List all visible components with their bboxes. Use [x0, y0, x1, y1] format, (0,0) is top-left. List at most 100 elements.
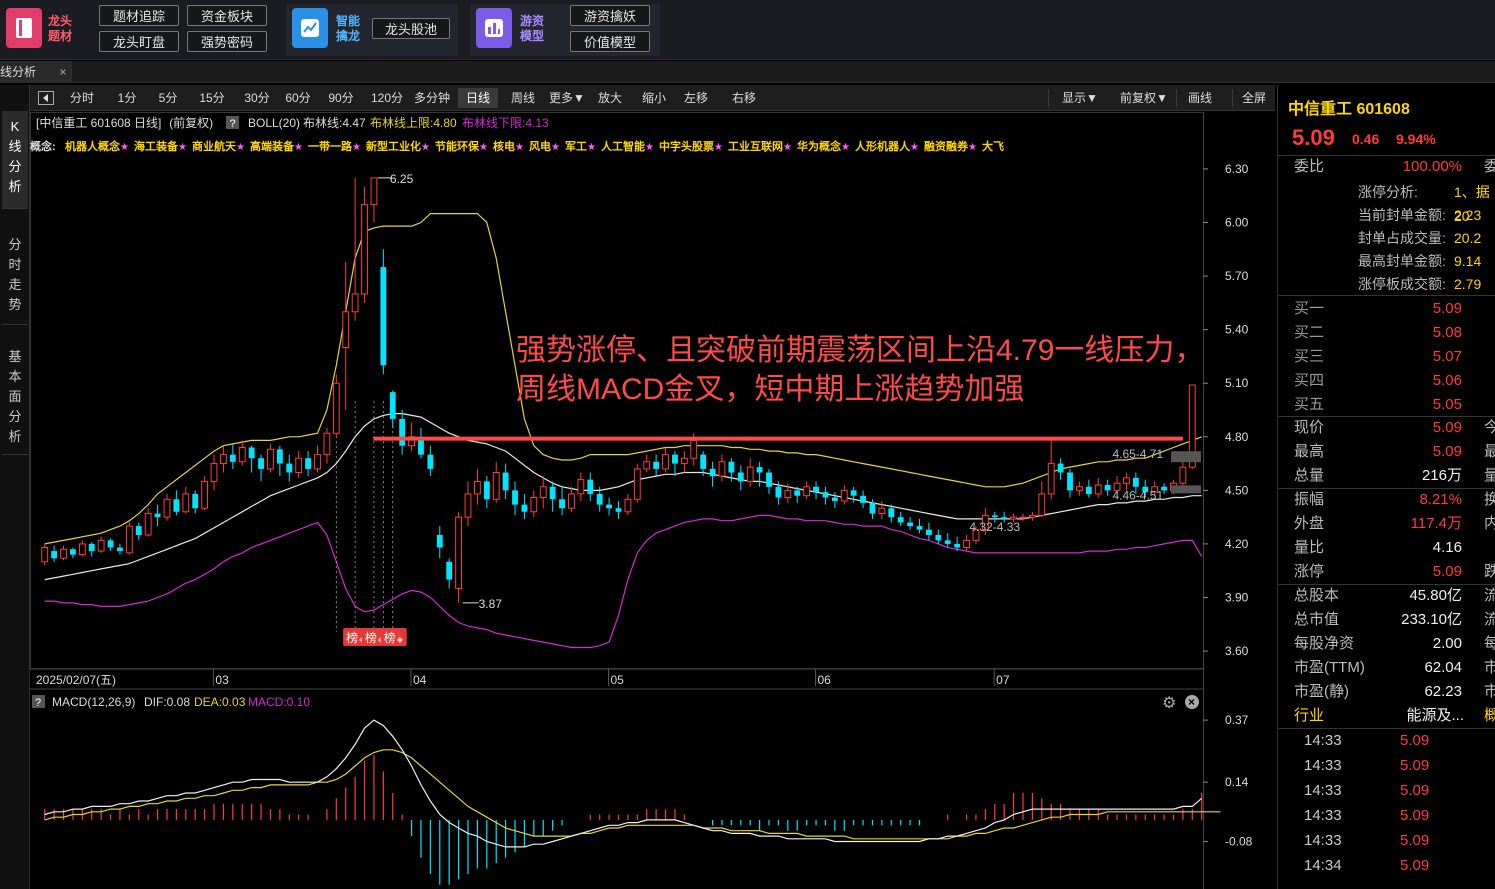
candle-body — [492, 472, 500, 500]
leader-pool-button[interactable]: 龙头股池 — [372, 18, 450, 39]
star-icon: ★ — [841, 142, 850, 153]
value-model-button[interactable]: 价值模型 — [570, 31, 650, 52]
kline-chart[interactable]: [中信重工 601608 日线] (前复权)? BOLL(20) 布林线:4.47 布林… — [30, 112, 1275, 889]
macd-dif-line — [44, 719, 1203, 848]
concept-tag: 人工智能 — [601, 139, 645, 153]
range-label: 4.65-4.71 — [1112, 447, 1163, 461]
period-button[interactable]: 多分钟 — [412, 88, 452, 108]
candle-body — [107, 540, 114, 548]
hot-money-demon-button[interactable]: 游资擒妖 — [570, 5, 650, 26]
period-button[interactable]: 日线 — [458, 88, 498, 108]
fundamental-row-clipped-label: 市 — [1484, 656, 1495, 680]
fundamental-row-value: 45.80亿 — [1409, 587, 1462, 604]
price-axis-label: 3.60 — [1225, 644, 1249, 658]
toolbar-right-button[interactable]: 前复权▼ — [1112, 88, 1176, 108]
leader-watch-button[interactable]: 龙头盯盘 — [99, 31, 179, 52]
candle-body — [624, 498, 632, 513]
period-button[interactable]: 15分 — [195, 88, 229, 108]
date-axis-label: 06 — [817, 673, 831, 687]
period-button[interactable]: 1分 — [110, 88, 144, 108]
candle-body — [549, 486, 556, 500]
group-hot-money: 游资模型 游资擒妖 价值模型 — [470, 4, 660, 56]
period-button[interactable]: 60分 — [281, 88, 315, 108]
annotation-line-1: 强势涨停、且突破前期震荡区间上沿4.79一线压力， — [516, 334, 1204, 367]
concept-tag: 中字头股票 — [659, 139, 714, 153]
divider — [1278, 295, 1495, 296]
concept-tag: 商业航天 — [192, 139, 237, 153]
star-icon: ★ — [294, 142, 303, 153]
fundamental-row: 总股本 45.80亿 流 — [1278, 584, 1495, 608]
period-button[interactable]: 分时 — [62, 88, 102, 108]
candle-body — [709, 468, 716, 477]
candle-body — [803, 486, 811, 497]
candle-body — [229, 454, 236, 462]
period-button[interactable]: 周线 — [505, 88, 541, 108]
candle-body — [907, 522, 914, 527]
chart-adjust-label: (前复权) — [169, 115, 213, 130]
candle-body — [220, 454, 227, 465]
collapse-icon[interactable] — [36, 88, 56, 108]
action-button[interactable]: 放大 — [592, 88, 628, 108]
bid-row-label: 买二 — [1294, 324, 1325, 341]
date-axis-label: 2025/02/07(五) — [36, 673, 116, 687]
concept-tag: 海工装备 — [134, 139, 179, 153]
macd-axis-label: 0.14 — [1225, 775, 1249, 789]
period-button[interactable]: 30分 — [239, 88, 275, 108]
low-label: 3.87 — [479, 597, 503, 611]
action-button[interactable]: 缩小 — [636, 88, 672, 108]
industry-row[interactable]: 行业 能源及... 概 — [1278, 704, 1495, 728]
tick-row: 14:33 5.09 — [1278, 779, 1495, 803]
star-icon: ★ — [352, 142, 361, 153]
tick-price: 5.09 — [1400, 857, 1430, 874]
bid-row: 买四 5.06 — [1278, 369, 1495, 393]
bid-row: 买二 5.08 — [1278, 321, 1495, 345]
star-icon: ★ — [178, 142, 187, 153]
strong-code-button[interactable]: 强势密码 — [187, 31, 267, 52]
quote-row-label: 最高 — [1294, 443, 1325, 460]
candle-body — [615, 508, 622, 512]
vtab-fundamentals[interactable]: 基本面分析 — [2, 343, 28, 455]
stock-name-code: 中信重工 601608 — [1288, 101, 1410, 118]
candle-body — [728, 461, 735, 473]
quote-row-value: 5.09 — [1432, 443, 1462, 460]
vtab-kline[interactable]: K线分析 — [2, 111, 28, 209]
action-button[interactable]: 右移 — [726, 88, 762, 108]
period-button[interactable]: 120分 — [369, 88, 405, 108]
candle-body — [192, 493, 199, 509]
action-button[interactable]: 左移 — [678, 88, 714, 108]
candle-body — [662, 454, 669, 470]
toolbar-right-button[interactable]: 画线 — [1180, 88, 1220, 108]
concept-tag: 新型工业化 — [366, 139, 421, 153]
candle-body — [267, 448, 274, 470]
close-icon[interactable]: × — [56, 61, 70, 83]
candle-body — [41, 547, 49, 563]
concept-tag: 华为概念 — [797, 139, 842, 153]
boll-label: BOLL(20) — [248, 116, 300, 130]
toolbar-right-button[interactable]: 全屏 — [1236, 88, 1272, 108]
limit-analysis-value: 9.14 — [1454, 253, 1482, 269]
group-title-leader-theme: 龙头题材 — [48, 14, 73, 43]
period-button[interactable]: 90分 — [324, 88, 358, 108]
vtab-intraday[interactable]: 分时走势 — [2, 231, 28, 325]
price-axis-label: 5.10 — [1225, 376, 1249, 390]
price-axis-label: 5.40 — [1225, 323, 1249, 337]
toolbar-right-button[interactable]: 显示▼ — [1052, 88, 1108, 108]
period-button[interactable]: 5分 — [150, 88, 186, 108]
candle-body — [897, 517, 904, 523]
bid-row-value: 5.06 — [1432, 372, 1462, 389]
weibi-row-label: 委比 — [1294, 158, 1325, 175]
quote-row-clipped-label: 今 — [1484, 416, 1495, 440]
concept-tag: 机器人概念 — [65, 139, 121, 153]
chart-badge-icon — [292, 8, 328, 48]
theme-tracking-button[interactable]: 题材追踪 — [99, 5, 179, 26]
chart-area[interactable]: [中信重工 601608 日线] (前复权)? BOLL(20) 布林线:4.47 布林… — [30, 112, 1275, 889]
period-button[interactable]: 更多▼ — [545, 88, 589, 108]
fund-sector-button[interactable]: 资金板块 — [187, 5, 267, 26]
candle-body — [399, 418, 406, 446]
range-label: 4.46-4.51 — [1112, 489, 1163, 503]
stat-row-clipped-label: 跌 — [1484, 560, 1495, 584]
candle-body — [117, 547, 123, 552]
star-icon: ★ — [645, 142, 654, 153]
tick-time: 14:33 — [1304, 807, 1342, 824]
candle-body — [135, 526, 142, 535]
